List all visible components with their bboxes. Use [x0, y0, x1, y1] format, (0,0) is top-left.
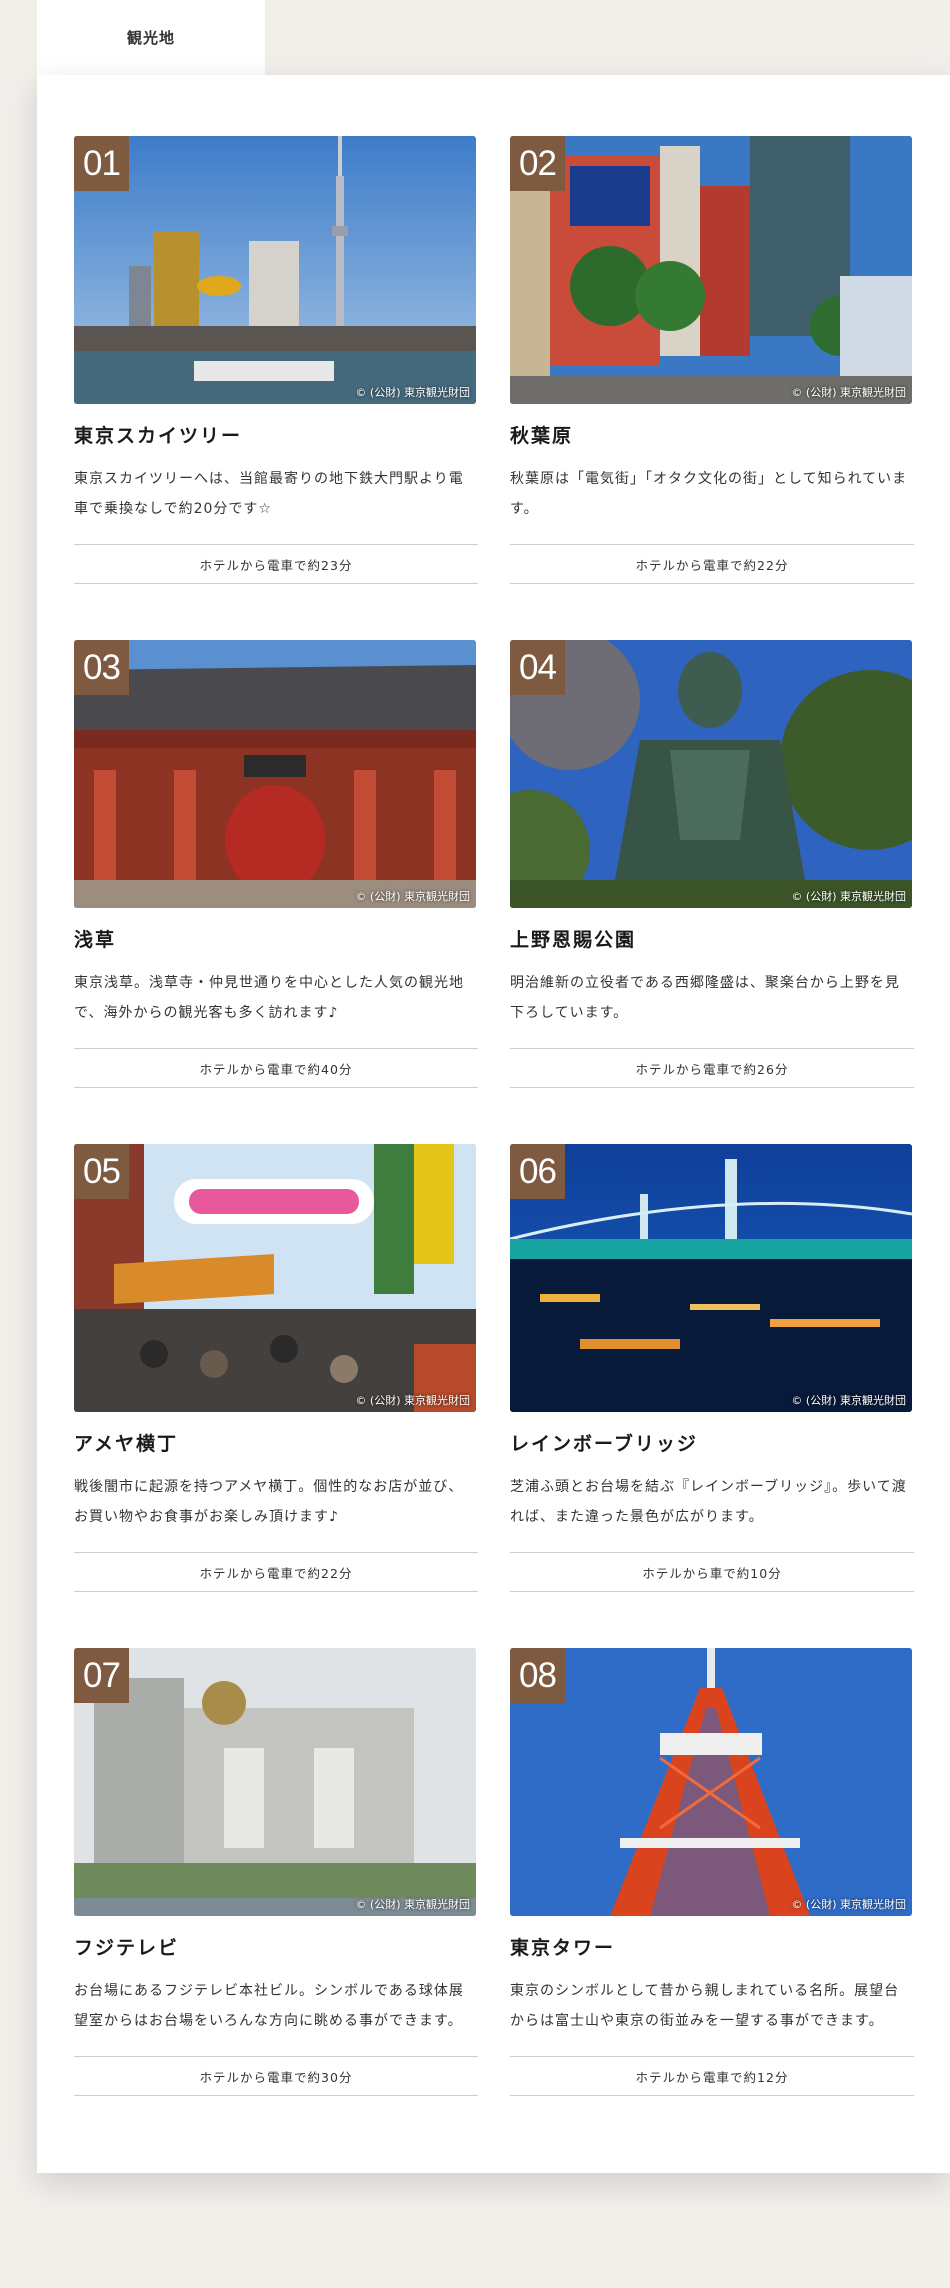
spot-description: 秋葉原は「電気街」「オタク文化の街」として知られています。: [510, 471, 908, 517]
spot-title: 東京スカイツリー: [74, 425, 243, 447]
spot-description: 東京浅草。浅草寺・仲見世通りを中心とした人気の観光地で、海外からの観光客も多く訪…: [74, 975, 464, 1021]
spot-number-badge: 02: [510, 136, 565, 191]
spot-access: ホテルから車で約10分: [510, 1552, 914, 1592]
spot-number-badge: 08: [510, 1648, 565, 1703]
tab-sightseeing-label: 観光地: [126, 29, 175, 47]
photo-credit: © (公財) 東京観光財団: [791, 1898, 906, 1911]
spot-access: ホテルから電車で約30分: [74, 2056, 478, 2096]
spot-card-fuji-tv[interactable]: 07 © (公財) 東京観光財団 フジテレビ お台場にあるフジテレビ本社ビル。シ…: [74, 1648, 478, 2096]
spot-card-rainbow-bridge[interactable]: 06 © (公財) 東京観光財団 レインボーブリッジ 芝浦ふ頭とお台場を結ぶ『レ…: [510, 1144, 914, 1592]
spot-title: 東京タワー: [510, 1937, 616, 1959]
rainbow-bridge-photo: 06 © (公財) 東京観光財団: [510, 1144, 912, 1412]
spot-access: ホテルから電車で約22分: [510, 544, 914, 584]
photo-credit: © (公財) 東京観光財団: [791, 386, 906, 399]
spot-access: ホテルから電車で約12分: [510, 2056, 914, 2096]
spot-title: レインボーブリッジ: [510, 1433, 698, 1455]
spot-title: 上野恩賜公園: [510, 929, 637, 951]
spot-title: アメヤ横丁: [74, 1433, 179, 1455]
photo-credit: © (公財) 東京観光財団: [791, 1394, 906, 1407]
photo-credit: © (公財) 東京観光財団: [355, 1898, 470, 1911]
spot-number-badge: 04: [510, 640, 565, 695]
spot-card-ameyoko[interactable]: 05 © (公財) 東京観光財団 アメヤ横丁 戦後闇市に起源を持つアメヤ横丁。個…: [74, 1144, 478, 1592]
spot-access: ホテルから電車で約23分: [74, 544, 478, 584]
spot-number-badge: 07: [74, 1648, 129, 1703]
asakusa-photo: 03 © (公財) 東京観光財団: [74, 640, 476, 908]
spot-title: フジテレビ: [74, 1937, 180, 1959]
tokyo-tower-photo: 08 © (公財) 東京観光財団: [510, 1648, 912, 1916]
spot-card-ueno-park[interactable]: 04 © (公財) 東京観光財団 上野恩賜公園 明治維新の立役者である西郷隆盛は…: [510, 640, 914, 1088]
spot-number-badge: 03: [74, 640, 129, 695]
spot-description: 芝浦ふ頭とお台場を結ぶ『レインボーブリッジ』。歩いて渡れば、また違った景色が広が…: [510, 1479, 907, 1525]
spot-description: 東京のシンボルとして昔から親しまれている名所。展望台からは富士山や東京の街並みを…: [510, 1983, 900, 2029]
spot-description: 戦後闇市に起源を持つアメヤ横丁。個性的なお店が並び、お買い物やお食事がお楽しみ頂…: [74, 1479, 464, 1525]
photo-credit: © (公財) 東京観光財団: [355, 890, 470, 903]
spot-card-akihabara[interactable]: 02 © (公財) 東京観光財団 秋葉原 秋葉原は「電気街」「オタク文化の街」と…: [510, 136, 914, 584]
spot-title: 浅草: [74, 929, 117, 951]
spot-access: ホテルから電車で約22分: [74, 1552, 478, 1592]
spot-number-badge: 06: [510, 1144, 565, 1199]
tab-sightseeing[interactable]: 観光地: [37, 0, 265, 75]
fuji-tv-photo: 07 © (公財) 東京観光財団: [74, 1648, 476, 1916]
spot-access: ホテルから電車で約26分: [510, 1048, 914, 1088]
akihabara-photo: 02 © (公財) 東京観光財団: [510, 136, 912, 404]
photo-credit: © (公財) 東京観光財団: [355, 1394, 470, 1407]
spot-card-asakusa[interactable]: 03 © (公財) 東京観光財団 浅草 東京浅草。浅草寺・仲見世通りを中心とした…: [74, 640, 478, 1088]
skytree-photo: 01 © (公財) 東京観光財団: [74, 136, 476, 404]
spot-card-tokyo-tower[interactable]: 08 © (公財) 東京観光財団 東京タワー 東京のシンボルとして昔から親しまれ…: [510, 1648, 914, 2096]
spot-number-badge: 05: [74, 1144, 129, 1199]
photo-credit: © (公財) 東京観光財団: [791, 890, 906, 903]
spot-description: お台場にあるフジテレビ本社ビル。シンボルである球体展望室からはお台場をいろんな方…: [74, 1983, 464, 2029]
photo-credit: © (公財) 東京観光財団: [355, 386, 470, 399]
spot-number-badge: 01: [74, 136, 129, 191]
sightseeing-panel: 01 © (公財) 東京観光財団 東京スカイツリー 東京スカイツリーへは、当館最…: [37, 75, 950, 2173]
spot-title: 秋葉原: [510, 425, 574, 447]
spot-access: ホテルから電車で約40分: [74, 1048, 478, 1088]
spot-description: 東京スカイツリーへは、当館最寄りの地下鉄大門駅より電車で乗換なしで約20分です☆: [74, 471, 464, 517]
spot-card-skytree[interactable]: 01 © (公財) 東京観光財団 東京スカイツリー 東京スカイツリーへは、当館最…: [74, 136, 478, 584]
ueno-park-photo: 04 © (公財) 東京観光財団: [510, 640, 912, 908]
ameyoko-photo: 05 © (公財) 東京観光財団: [74, 1144, 476, 1412]
spot-description: 明治維新の立役者である西郷隆盛は、聚楽台から上野を見下ろしています。: [510, 975, 900, 1021]
